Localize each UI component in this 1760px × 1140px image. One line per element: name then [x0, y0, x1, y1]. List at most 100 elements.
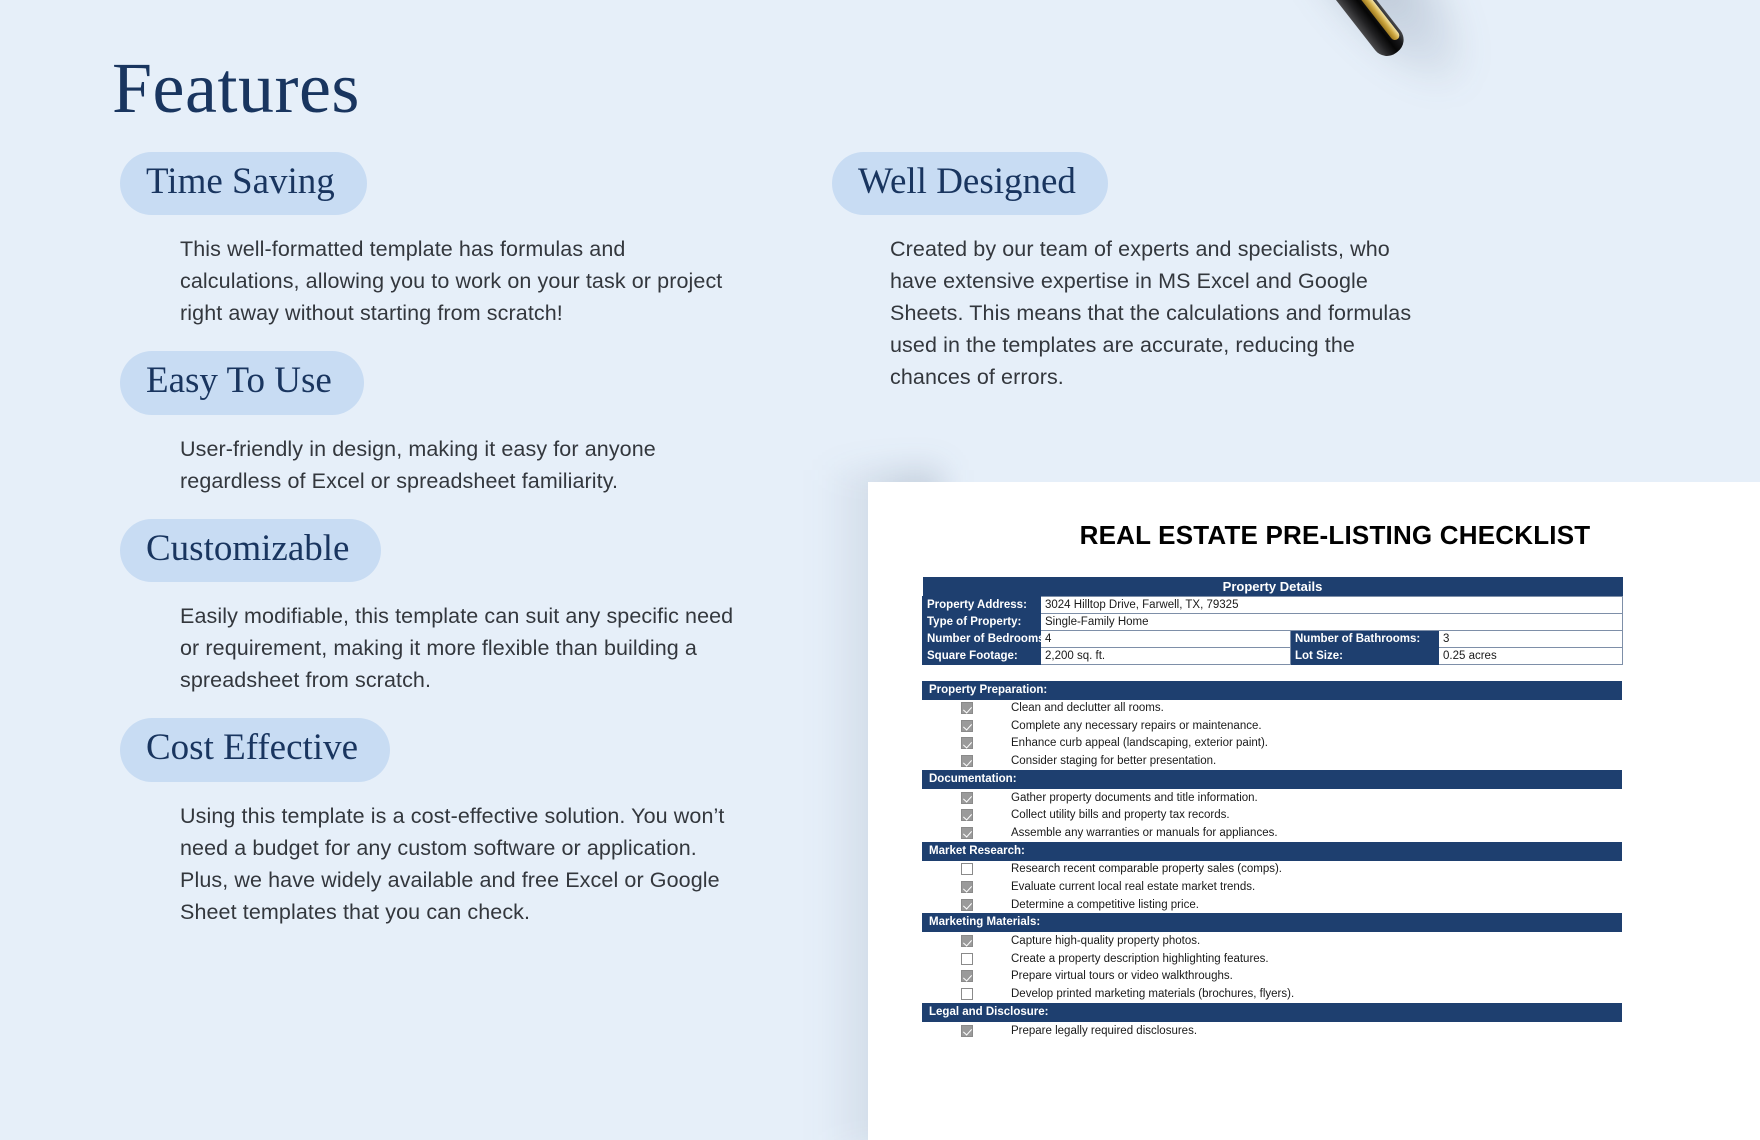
feature-label-pill: Cost Effective — [120, 718, 391, 782]
checklist-row[interactable]: Evaluate current local real estate marke… — [922, 878, 1622, 896]
checkbox-checked-icon[interactable] — [961, 970, 973, 983]
checkbox-cell — [923, 898, 1011, 911]
checkbox-cell — [923, 809, 1011, 822]
checklist-document: REAL ESTATE PRE-LISTING CHECKLIST Proper… — [868, 482, 1760, 1140]
checklist-item-label: Prepare legally required disclosures. — [1011, 1024, 1198, 1037]
checklist-item-label: Determine a competitive listing price. — [1011, 898, 1199, 911]
checklist-item-label: Gather property documents and title info… — [1011, 791, 1258, 804]
checkbox-cell — [923, 935, 1011, 948]
row-label: Square Footage: — [922, 646, 1041, 665]
checkbox-cell — [923, 719, 1011, 732]
feature-description: Easily modifiable, this template can sui… — [180, 604, 734, 693]
row-value[interactable]: Single-Family Home — [1039, 612, 1624, 631]
checkbox-cell — [923, 988, 1011, 1001]
checklist-row[interactable]: Complete any necessary repairs or mainte… — [922, 717, 1622, 735]
features-column-left: Time Saving This well-formatted template… — [120, 152, 760, 934]
row-label-secondary: Number of Bathrooms: — [1290, 629, 1439, 648]
checklist-item-label: Assemble any warranties or manuals for a… — [1011, 826, 1278, 839]
table-row-header: Property Details — [922, 577, 1623, 596]
checklist-row[interactable]: Determine a competitive listing price. — [922, 895, 1622, 914]
checklist-row[interactable]: Clean and declutter all rooms. — [922, 699, 1622, 718]
checklist-row[interactable]: Gather property documents and title info… — [922, 788, 1622, 807]
checkbox-cell — [923, 970, 1011, 983]
checklist-row[interactable]: Research recent comparable property sale… — [922, 860, 1622, 879]
checklist-section-heading: Marketing Materials: — [922, 913, 1622, 933]
checklist-row[interactable]: Prepare legally required disclosures. — [922, 1021, 1622, 1040]
checkbox-cell — [923, 791, 1011, 804]
feature-time-saving: Time Saving This well-formatted template… — [120, 152, 760, 329]
feature-label-pill: Time Saving — [120, 152, 367, 216]
feature-label-pill: Customizable — [120, 518, 382, 583]
checklist-section-heading: Documentation: — [922, 769, 1622, 789]
features-column-right: Well Designed Created by our team of exp… — [832, 152, 1432, 399]
checkbox-cell — [923, 755, 1011, 768]
checkbox-checked-icon[interactable] — [961, 809, 973, 822]
checklist-row[interactable]: Assemble any warranties or manuals for a… — [922, 824, 1622, 842]
checklist-item-label: Capture high-quality property photos. — [1011, 935, 1201, 948]
checklist-item-label: Develop printed marketing materials (bro… — [1011, 988, 1295, 1001]
pen-shadow — [1230, 0, 1510, 126]
row-value[interactable]: 4 — [1040, 629, 1291, 648]
feature-description: User-friendly in design, making it easy … — [180, 436, 656, 493]
checkbox-checked-icon[interactable] — [961, 1024, 973, 1037]
checklist-row[interactable]: Create a property description highlighti… — [922, 950, 1622, 968]
checklist-section-heading: Property Preparation: — [922, 680, 1622, 700]
checklist-item-label: Evaluate current local real estate marke… — [1011, 881, 1256, 894]
checklist-row[interactable]: Prepare virtual tours or video walkthrou… — [922, 967, 1622, 986]
checkbox-unchecked-icon[interactable] — [961, 863, 973, 876]
checkbox-cell — [923, 952, 1011, 965]
row-value-secondary[interactable]: 3 — [1437, 629, 1624, 648]
checkbox-checked-icon[interactable] — [961, 737, 973, 750]
checkbox-cell — [923, 881, 1011, 894]
property-details-body: Property Details Property Address: 3024 … — [922, 577, 1624, 665]
row-label-secondary: Lot Size: — [1290, 646, 1439, 665]
checklist-item-label: Consider staging for better presentation… — [1011, 755, 1217, 768]
feature-well-designed: Well Designed Created by our team of exp… — [832, 152, 1432, 393]
checklist-section-heading: Legal and Disclosure: — [922, 1002, 1622, 1022]
row-label: Property Address: — [922, 595, 1041, 614]
checkbox-unchecked-icon[interactable] — [961, 988, 973, 1001]
pen-graphic — [1178, 0, 1410, 63]
checkbox-checked-icon[interactable] — [961, 881, 973, 894]
checkbox-cell — [923, 702, 1011, 715]
checkbox-cell — [923, 863, 1011, 876]
checkbox-checked-icon[interactable] — [961, 755, 973, 768]
table-row: Property Address: 3024 Hilltop Drive, Fa… — [922, 595, 1624, 614]
row-value[interactable]: 3024 Hilltop Drive, Farwell, TX, 79325 — [1039, 595, 1624, 614]
feature-description: Created by our team of experts and speci… — [890, 237, 1412, 390]
checklist-sections: Property Preparation: Clean and declutter… — [922, 680, 1622, 1040]
checkbox-unchecked-icon[interactable] — [961, 952, 973, 965]
checklist-item-label: Create a property description highlighti… — [1011, 952, 1269, 965]
row-value[interactable]: 2,200 sq. ft. — [1040, 646, 1291, 665]
checklist-item-label: Research recent comparable property sale… — [1011, 863, 1283, 876]
property-details-table: Property Details Property Address: 3024 … — [922, 577, 1624, 665]
checklist-item-label: Prepare virtual tours or video walkthrou… — [1011, 970, 1233, 983]
feature-label-pill: Well Designed — [832, 152, 1108, 216]
features-page: Features Time Saving This well-formatted… — [0, 0, 1760, 1140]
checklist-row[interactable]: Collect utility bills and property tax r… — [922, 806, 1622, 825]
checkbox-cell — [923, 1024, 1011, 1037]
checklist-row[interactable]: Capture high-quality property photos. — [922, 932, 1622, 951]
checklist-row[interactable]: Develop printed marketing materials (bro… — [922, 985, 1622, 1003]
checklist-item-label: Clean and declutter all rooms. — [1011, 702, 1164, 715]
table-row: Square Footage: 2,200 sq. ft. Lot Size: … — [922, 646, 1624, 665]
checklist-row[interactable]: Enhance curb appeal (landscaping, exteri… — [922, 734, 1622, 753]
checkbox-checked-icon[interactable] — [961, 702, 973, 715]
pen-cap — [1313, 0, 1410, 63]
feature-customizable: Customizable Easily modifiable, this tem… — [120, 518, 760, 696]
checklist-item-label: Enhance curb appeal (landscaping, exteri… — [1011, 737, 1268, 750]
checkbox-checked-icon[interactable] — [961, 935, 973, 948]
feature-easy-to-use: Easy To Use User-friendly in design, mak… — [120, 351, 760, 496]
feature-description: This well-formatted template has formula… — [180, 237, 723, 326]
checkbox-cell — [923, 826, 1011, 839]
checkbox-checked-icon[interactable] — [961, 719, 973, 732]
page-title: Features — [112, 48, 360, 128]
checkbox-checked-icon[interactable] — [961, 791, 973, 804]
checkbox-checked-icon[interactable] — [961, 826, 973, 839]
row-label: Number of Bedrooms: — [922, 629, 1048, 648]
table-spacer — [868, 665, 1760, 681]
checklist-row[interactable]: Consider staging for better presentation… — [922, 752, 1622, 770]
row-value-secondary[interactable]: 0.25 acres — [1437, 646, 1624, 665]
pen-clip — [1348, 0, 1402, 42]
checkbox-checked-icon[interactable] — [961, 898, 973, 911]
